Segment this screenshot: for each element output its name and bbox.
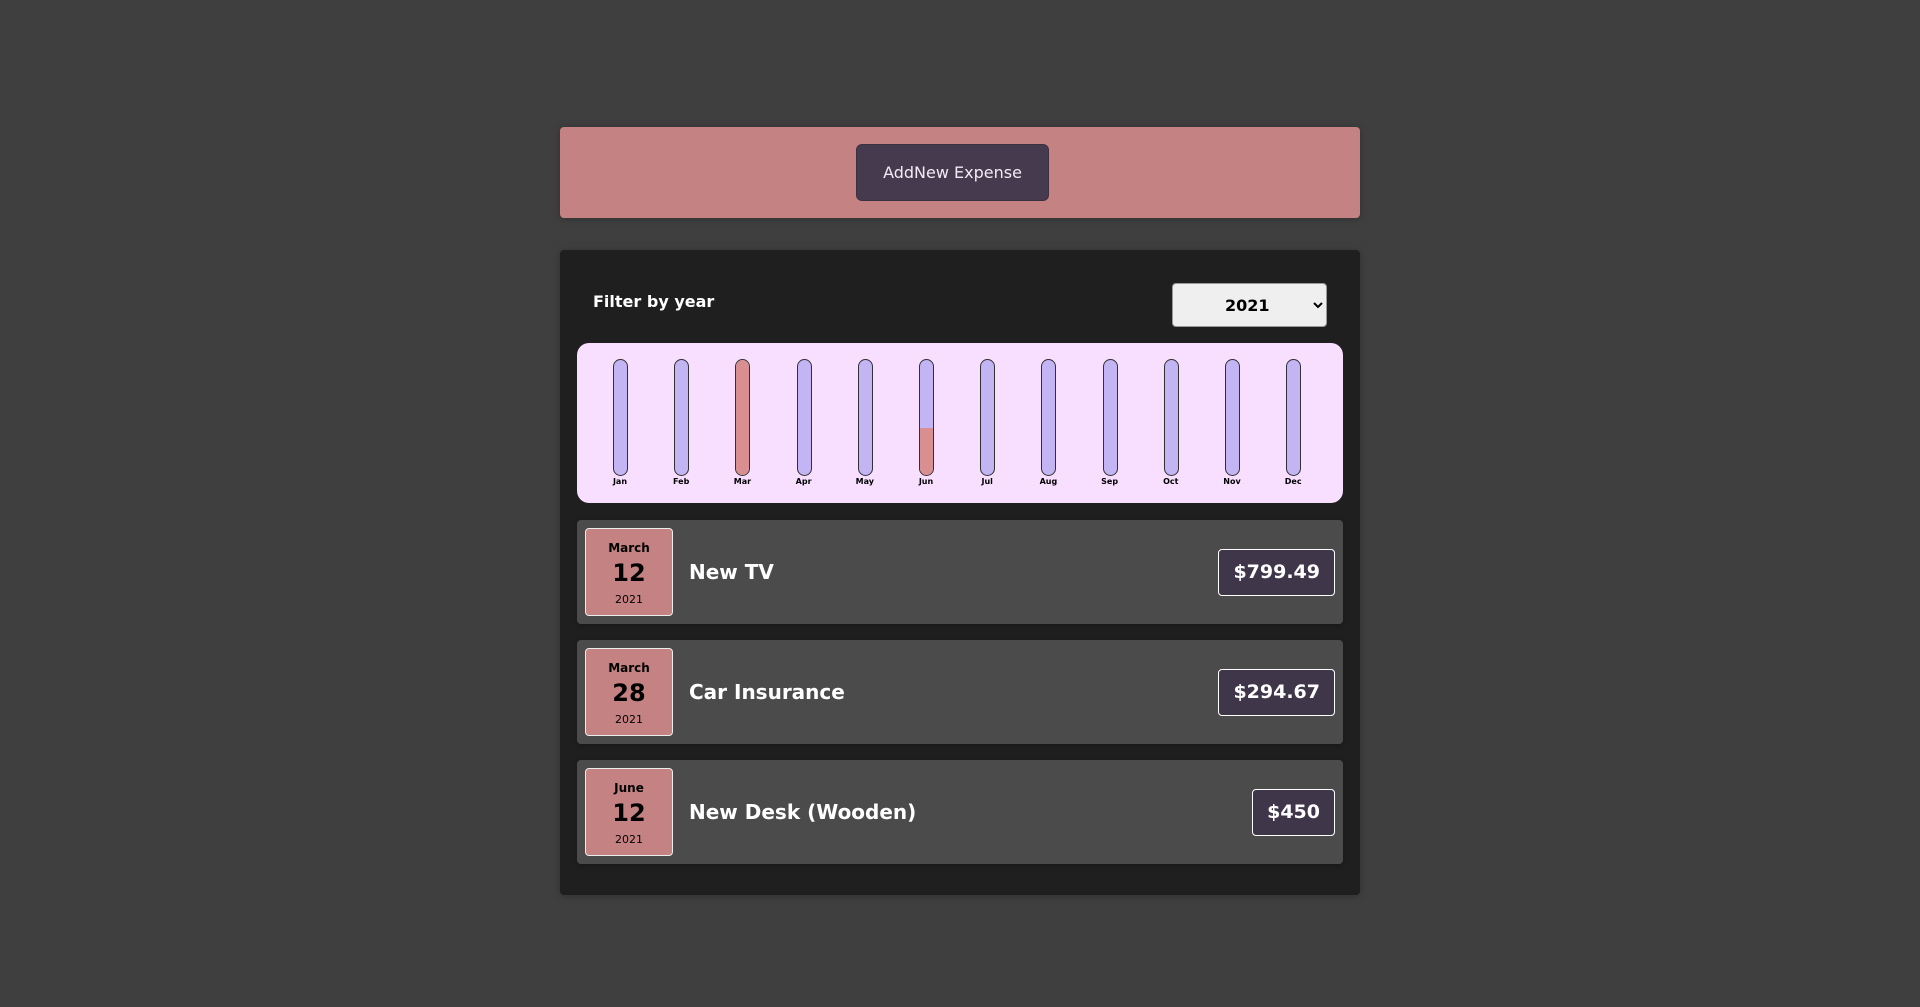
chart-bar-oct: Oct <box>1151 359 1191 499</box>
chart-bar-track <box>1102 359 1118 476</box>
chart-bar-label: Feb <box>673 477 690 486</box>
chart-bar-track <box>980 359 996 476</box>
chart-bar-track <box>1163 359 1179 476</box>
expense-date-month: June <box>614 781 644 795</box>
expenses-panel: Filter by year 2021 Jan Feb Mar Apr May Jun Ju… <box>560 250 1360 895</box>
chart-bar-track <box>1041 359 1057 476</box>
chart-bar-track <box>1225 359 1240 476</box>
chart-bar-feb: Feb <box>661 359 701 499</box>
chart-bar-label: Dec <box>1284 477 1302 486</box>
expense-title: Car Insurance <box>689 680 845 704</box>
chart-bar-track <box>1286 359 1302 476</box>
chart-bar-mar: Mar <box>722 359 762 499</box>
chart-bar-fill <box>920 427 933 475</box>
chart-bar-aug: Aug <box>1028 359 1068 499</box>
expense-date: June 12 2021 <box>585 768 673 856</box>
new-expense-panel: AddNew Expense <box>560 127 1360 218</box>
expense-date-month: March <box>608 541 650 555</box>
expense-amount: $450 <box>1252 789 1335 836</box>
chart-bar-nov: Nov <box>1212 359 1252 499</box>
expense-amount: $294.67 <box>1218 669 1335 716</box>
expense-title: New TV <box>689 560 774 584</box>
chart-bar-sep: Sep <box>1090 359 1130 499</box>
expense-title: New Desk (Wooden) <box>689 800 917 824</box>
chart-bar-jan: Jan <box>600 359 640 499</box>
expense-date-day: 12 <box>612 559 646 587</box>
chart-bar-jul: Jul <box>967 359 1007 499</box>
year-filter-select[interactable]: 2021 <box>1172 283 1327 327</box>
chart-bar-apr: Apr <box>784 359 824 499</box>
expense-date: March 28 2021 <box>585 648 673 736</box>
expense-date-year: 2021 <box>615 713 643 726</box>
chart-bar-label: Jul <box>981 477 993 486</box>
expense-item: June 12 2021 New Desk (Wooden) $450 <box>577 760 1343 864</box>
chart-bar-track <box>857 359 873 476</box>
chart-bar-may: May <box>845 359 885 499</box>
expense-date-year: 2021 <box>615 593 643 606</box>
chart-bar-label: Nov <box>1223 477 1241 486</box>
expense-date: March 12 2021 <box>585 528 673 616</box>
filter-label: Filter by year <box>593 292 715 311</box>
expense-item: March 12 2021 New TV $799.49 <box>577 520 1343 624</box>
chart-bar-label: Jun <box>918 477 934 486</box>
expense-date-day: 28 <box>612 679 646 707</box>
chart-bar-label: Apr <box>795 477 812 486</box>
chart-bar-track <box>735 359 751 476</box>
chart-bar-dec: Dec <box>1273 359 1313 499</box>
expenses-chart: Jan Feb Mar Apr May Jun Jul Aug Sep Oct Nov Dec <box>577 343 1343 503</box>
expense-amount: $799.49 <box>1218 549 1335 596</box>
expense-date-year: 2021 <box>615 833 643 846</box>
chart-bar-label: Jan <box>612 477 628 486</box>
chart-bar-label: Sep <box>1101 477 1119 486</box>
chart-bar-track <box>919 359 934 476</box>
chart-bar-track <box>796 359 812 476</box>
expense-date-month: March <box>608 661 650 675</box>
chart-bar-label: Oct <box>1163 477 1179 486</box>
chart-bar-label: Aug <box>1039 477 1058 486</box>
add-new-expense-button[interactable]: AddNew Expense <box>856 144 1049 201</box>
chart-bar-label: May <box>855 477 874 486</box>
chart-bar-fill <box>736 360 750 475</box>
chart-bar-track <box>613 359 628 476</box>
chart-bar-track <box>674 359 690 476</box>
expense-item: March 28 2021 Car Insurance $294.67 <box>577 640 1343 744</box>
chart-bar-jun: Jun <box>906 359 946 499</box>
chart-bar-label: Mar <box>733 477 752 486</box>
expense-date-day: 12 <box>612 799 646 827</box>
